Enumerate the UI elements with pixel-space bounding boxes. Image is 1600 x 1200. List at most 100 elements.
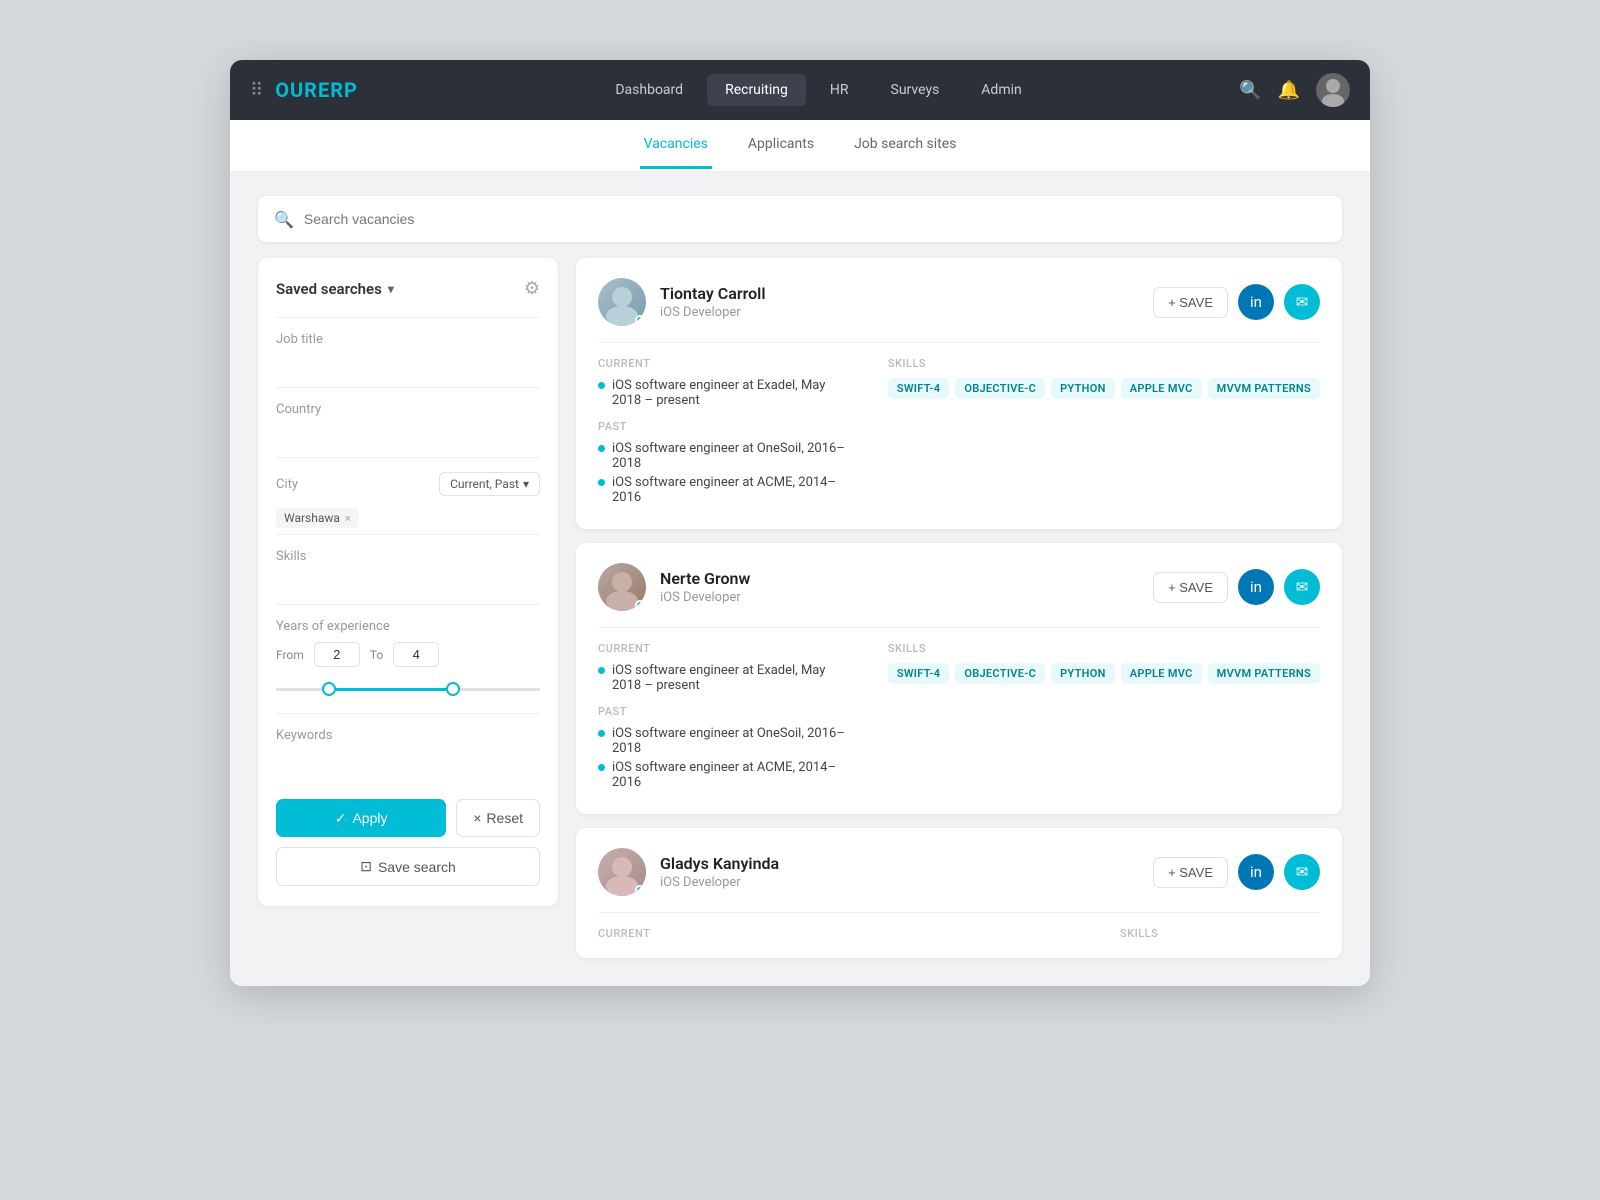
skill-python: PYTHON — [1051, 663, 1115, 684]
past-label: Past — [598, 420, 858, 433]
email-button-tiontay[interactable]: ✉ — [1284, 284, 1320, 320]
person-info-tiontay: Tiontay Carroll iOS Developer — [660, 284, 765, 320]
saved-searches-title: Saved searches ▾ — [276, 280, 394, 298]
filter-job-title: Job title — [276, 317, 540, 387]
filter-city: City Current, Past ▾ Warshawa × — [276, 457, 540, 534]
apply-check-icon: ✓ — [335, 810, 347, 827]
experience-gladys: Current — [598, 927, 1090, 948]
reset-button[interactable]: × Reset — [456, 799, 540, 837]
linkedin-button-tiontay[interactable]: in — [1238, 284, 1274, 320]
linkedin-button-nerte[interactable]: in — [1238, 569, 1274, 605]
search-bar: 🔍 — [258, 196, 1342, 242]
skills-label: Skills — [276, 549, 540, 564]
notifications-button[interactable]: 🔔 — [1278, 80, 1300, 101]
current-label: Current — [598, 357, 858, 370]
past-item-0: iOS software engineer at OneSoil, 2016–2… — [598, 726, 858, 756]
avatar-tiontay — [598, 278, 646, 326]
past-item-0: iOS software engineer at OneSoil, 2016–2… — [598, 441, 858, 471]
skills-tiontay: Skills SWIFT-4 OBJECTIVE-C PYTHON APPLE … — [888, 357, 1320, 509]
card-top-tiontay: Tiontay Carroll iOS Developer + SAVE in … — [598, 278, 1320, 326]
save-candidate-tiontay[interactable]: + SAVE — [1153, 287, 1228, 318]
keywords-label: Keywords — [276, 728, 540, 743]
card-divider — [598, 627, 1320, 628]
past-item-1: iOS software engineer at ACME, 2014–2016 — [598, 760, 858, 790]
search-input[interactable] — [304, 211, 1326, 227]
person-title-tiontay: iOS Developer — [660, 305, 765, 320]
city-dropdown[interactable]: Current, Past ▾ — [439, 472, 540, 496]
city-tag-value: Warshawa — [284, 511, 340, 525]
save-search-button[interactable]: ⊡ Save search — [276, 847, 540, 886]
candidate-card-gladys: Gladys Kanyinda iOS Developer + SAVE in … — [576, 828, 1342, 958]
past-section: Past iOS software engineer at OneSoil, 2… — [598, 420, 858, 505]
job-title-input[interactable] — [276, 355, 540, 381]
save-candidate-nerte[interactable]: + SAVE — [1153, 572, 1228, 603]
person-name-gladys: Gladys Kanyinda — [660, 854, 779, 873]
tab-job-search-sites[interactable]: Job search sites — [850, 122, 960, 169]
past-label: Past — [598, 705, 858, 718]
current-item-0: iOS software engineer at Exadel, May 201… — [598, 663, 858, 693]
online-dot — [635, 315, 645, 325]
from-label: From — [276, 648, 304, 662]
logo-prefix: OUR — [275, 78, 318, 102]
results-list: Tiontay Carroll iOS Developer + SAVE in … — [576, 258, 1342, 958]
skill-objc: OBJECTIVE-C — [955, 663, 1045, 684]
city-dropdown-label: Current, Past — [450, 477, 519, 491]
card-body-gladys: Current Skills — [598, 927, 1320, 948]
settings-button[interactable]: ⚙ — [524, 278, 540, 299]
range-fill — [329, 688, 453, 691]
exp-dot — [598, 730, 605, 737]
exp-dot — [598, 764, 605, 771]
person-title-nerte: iOS Developer — [660, 590, 750, 605]
nav-hr[interactable]: HR — [812, 74, 867, 106]
nav-recruiting[interactable]: Recruiting — [707, 74, 806, 106]
save-candidate-gladys[interactable]: + SAVE — [1153, 857, 1228, 888]
skill-mvvm: MVVM PATTERNS — [1208, 663, 1320, 684]
search-button[interactable]: 🔍 — [1239, 80, 1261, 101]
person-name-tiontay: Tiontay Carroll — [660, 284, 765, 303]
years-exp-label: Years of experience — [276, 619, 540, 634]
user-avatar[interactable] — [1316, 73, 1350, 107]
city-tag-warshawa: Warshawa × — [276, 508, 359, 528]
range-slider[interactable] — [276, 679, 540, 699]
range-thumb-left[interactable] — [322, 682, 336, 696]
person-info-gladys: Gladys Kanyinda iOS Developer — [660, 854, 779, 890]
skill-apple-mvc: APPLE MVC — [1121, 663, 1202, 684]
keywords-input[interactable] — [276, 751, 540, 777]
skill-python: PYTHON — [1051, 378, 1115, 399]
skill-mvvm: MVVM PATTERNS — [1208, 378, 1320, 399]
card-actions-nerte: + SAVE in ✉ — [1153, 569, 1320, 605]
city-row: City Current, Past ▾ — [276, 472, 540, 496]
linkedin-button-gladys[interactable]: in — [1238, 854, 1274, 890]
years-to-input[interactable] — [393, 642, 439, 667]
email-button-gladys[interactable]: ✉ — [1284, 854, 1320, 890]
range-thumb-right[interactable] — [446, 682, 460, 696]
nav-admin[interactable]: Admin — [963, 74, 1039, 106]
person-gladys: Gladys Kanyinda iOS Developer — [598, 848, 779, 896]
chevron-down-icon[interactable]: ▾ — [388, 282, 394, 296]
country-input[interactable] — [276, 425, 540, 451]
avatar-nerte — [598, 563, 646, 611]
email-button-nerte[interactable]: ✉ — [1284, 569, 1320, 605]
skills-label: Skills — [888, 642, 1320, 655]
skill-swift4: SWIFT-4 — [888, 663, 950, 684]
avatar-gladys — [598, 848, 646, 896]
years-from-input[interactable] — [314, 642, 360, 667]
filter-country: Country — [276, 387, 540, 457]
current-label: Current — [598, 927, 1090, 940]
logo-suffix: ERP — [318, 78, 358, 102]
card-actions-gladys: + SAVE in ✉ — [1153, 854, 1320, 890]
tab-vacancies[interactable]: Vacancies — [640, 122, 712, 169]
nav-dashboard[interactable]: Dashboard — [597, 74, 701, 106]
grid-icon[interactable]: ⠿ — [250, 80, 263, 101]
city-tag-close[interactable]: × — [345, 512, 351, 525]
top-nav: ⠿ OURERP Dashboard Recruiting HR Surveys… — [230, 60, 1370, 120]
card-divider — [598, 342, 1320, 343]
apply-button[interactable]: ✓ Apply — [276, 799, 446, 837]
nav-surveys[interactable]: Surveys — [873, 74, 958, 106]
skills-nerte: Skills SWIFT-4 OBJECTIVE-C PYTHON APPLE … — [888, 642, 1320, 794]
city-tag-container: Warshawa × — [276, 504, 540, 528]
tab-applicants[interactable]: Applicants — [744, 122, 818, 169]
skills-input[interactable] — [276, 572, 540, 598]
skills-list: SWIFT-4 OBJECTIVE-C PYTHON APPLE MVC MVV… — [888, 378, 1320, 399]
card-actions-tiontay: + SAVE in ✉ — [1153, 284, 1320, 320]
